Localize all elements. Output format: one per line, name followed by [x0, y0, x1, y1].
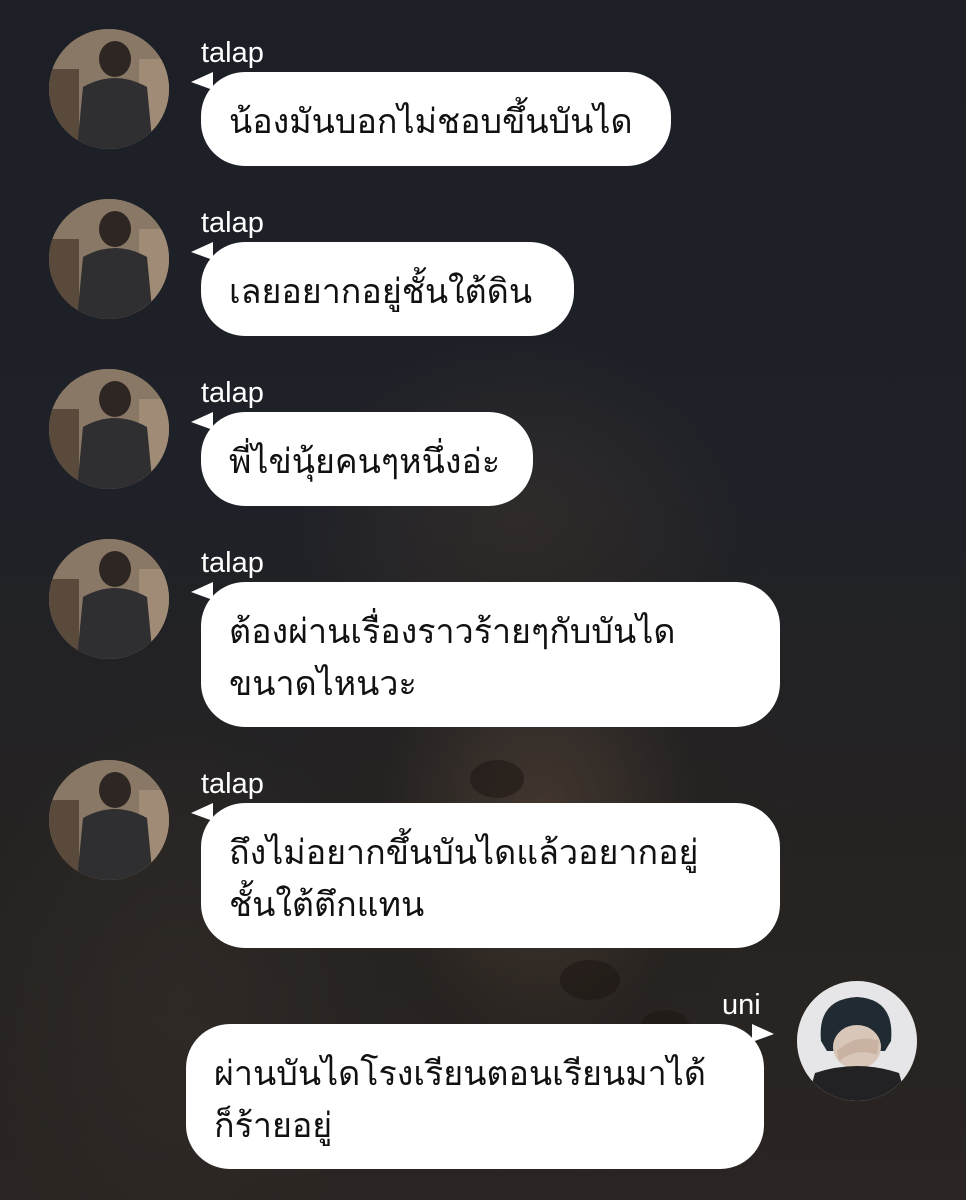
avatar-photo-icon	[797, 981, 917, 1101]
avatar-photo-icon	[49, 199, 169, 319]
message-bubble[interactable]: น้องมันบอกไม่ชอบขึ้นบันได	[201, 72, 671, 166]
avatar[interactable]	[49, 539, 169, 659]
avatar-photo-icon	[49, 369, 169, 489]
avatar-photo-icon	[49, 29, 169, 149]
sender-name: talap	[201, 768, 264, 800]
message-bubble[interactable]: พี่ไข่นุ้ยคนๆหนึ่งอ่ะ	[201, 412, 533, 506]
message-bubble[interactable]: เลยอยากอยู่ชั้นใต้ดิน	[201, 242, 574, 336]
avatar[interactable]	[49, 369, 169, 489]
sender-name: talap	[201, 207, 264, 239]
sender-name: talap	[201, 377, 264, 409]
background-pattern-spot	[470, 760, 524, 798]
message-bubble[interactable]: ผ่านบันไดโรงเรียนตอนเรียนมาได้ ก็ร้ายอยู…	[186, 1024, 764, 1169]
avatar-photo-icon	[49, 539, 169, 659]
avatar[interactable]	[49, 199, 169, 319]
avatar[interactable]	[49, 29, 169, 149]
avatar[interactable]	[49, 760, 169, 880]
sender-name: uni	[722, 989, 761, 1021]
avatar[interactable]	[797, 981, 917, 1101]
background-pattern-spot	[560, 960, 620, 1000]
message-bubble[interactable]: ถึงไม่อยากขึ้นบันไดแล้วอยากอยู่ ชั้นใต้ต…	[201, 803, 780, 948]
sender-name: talap	[201, 547, 264, 579]
sender-name: talap	[201, 37, 264, 69]
avatar-photo-icon	[49, 760, 169, 880]
message-bubble[interactable]: ต้องผ่านเรื่องราวร้ายๆกับบันได ขนาดไหนวะ	[201, 582, 780, 727]
